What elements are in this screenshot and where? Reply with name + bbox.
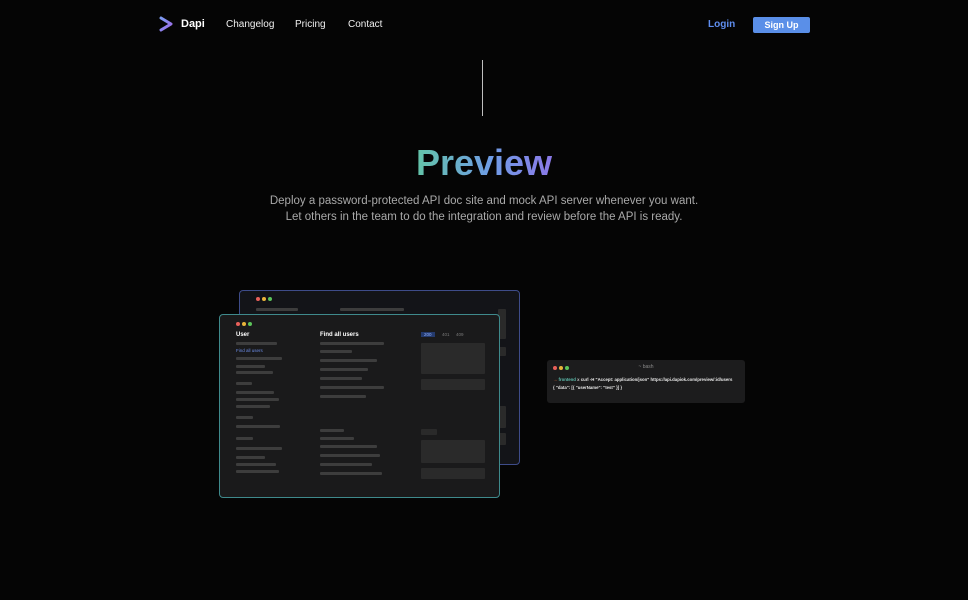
brand-name: Dapi xyxy=(181,18,205,30)
placeholder-bar xyxy=(236,357,282,360)
hero-subtitle: Deploy a password-protected API doc site… xyxy=(0,193,968,225)
placeholder-bar xyxy=(320,377,362,380)
placeholder-box xyxy=(421,429,437,435)
nav-link-changelog[interactable]: Changelog xyxy=(226,19,274,30)
content-title: Find all users xyxy=(320,332,359,338)
page-title: Preview xyxy=(415,142,553,183)
close-dot-icon xyxy=(256,297,260,301)
dapi-logo-icon xyxy=(159,16,173,32)
status-tab-401: 401 xyxy=(442,332,450,337)
minimize-dot-icon xyxy=(242,322,246,326)
placeholder-bar xyxy=(320,395,366,398)
login-link[interactable]: Login xyxy=(708,19,735,30)
close-dot-icon xyxy=(236,322,240,326)
status-tab-409: 409 xyxy=(456,332,464,337)
placeholder-bar xyxy=(320,445,377,448)
placeholder-box xyxy=(421,379,485,390)
placeholder-bar xyxy=(236,391,274,394)
prompt-directory: frontend xyxy=(558,377,576,382)
placeholder-box xyxy=(421,468,485,479)
sidebar-link: Find all users xyxy=(236,348,263,353)
prompt-mark: x xyxy=(577,377,580,382)
terminal-command: curl -H "Accept: application/json" https… xyxy=(580,377,733,382)
placeholder-box xyxy=(421,343,485,374)
signup-button[interactable]: Sign Up xyxy=(753,17,810,33)
top-navigation: Dapi Changelog Pricing Contact Login Sig… xyxy=(0,0,968,50)
subtitle-line-2: Let others in the team to do the integra… xyxy=(285,211,683,223)
prompt-arrow-icon: → xyxy=(553,377,558,382)
placeholder-bar xyxy=(320,472,382,475)
terminal-window: ~ bash → frontend x curl -H "Accept: app… xyxy=(547,360,745,403)
placeholder-bar xyxy=(256,308,298,311)
placeholder-bar xyxy=(236,456,265,459)
placeholder-bar xyxy=(236,398,279,401)
placeholder-bar xyxy=(320,454,380,457)
subtitle-line-1: Deploy a password-protected API doc site… xyxy=(269,195,699,207)
placeholder-box xyxy=(421,440,485,463)
placeholder-bar xyxy=(236,371,273,374)
placeholder-bar xyxy=(236,463,276,466)
preview-window-front: User Find all users Find all users 200 4… xyxy=(219,314,500,498)
placeholder-bar xyxy=(320,386,384,389)
placeholder-bar xyxy=(236,382,252,385)
sidebar-title: User xyxy=(236,332,250,338)
placeholder-bar xyxy=(236,416,253,419)
maximize-dot-icon xyxy=(248,322,252,326)
terminal-output: { "data": [{ "userName": "test" }] } xyxy=(553,385,623,390)
placeholder-bar xyxy=(236,425,280,428)
placeholder-bar xyxy=(236,437,253,440)
terminal-command-line: → frontend x curl -H "Accept: applicatio… xyxy=(553,377,732,382)
placeholder-bar xyxy=(320,359,377,362)
placeholder-bar xyxy=(340,308,404,311)
placeholder-bar xyxy=(320,342,384,345)
placeholder-bar xyxy=(320,463,372,466)
placeholder-bar xyxy=(236,342,277,345)
placeholder-bar xyxy=(236,470,279,473)
placeholder-bar xyxy=(320,368,368,371)
status-tab-200: 200 xyxy=(421,332,435,337)
placeholder-bar xyxy=(236,405,270,408)
brand-logo[interactable]: Dapi xyxy=(158,16,205,32)
maximize-dot-icon xyxy=(268,297,272,301)
decorative-divider xyxy=(482,60,483,116)
placeholder-bar xyxy=(320,429,344,432)
placeholder-bar xyxy=(320,437,354,440)
minimize-dot-icon xyxy=(262,297,266,301)
nav-link-contact[interactable]: Contact xyxy=(348,19,382,30)
nav-link-pricing[interactable]: Pricing xyxy=(295,19,326,30)
terminal-title: ~ bash xyxy=(638,364,654,370)
placeholder-bar xyxy=(320,350,352,353)
placeholder-bar xyxy=(236,365,265,368)
placeholder-bar xyxy=(236,447,282,450)
